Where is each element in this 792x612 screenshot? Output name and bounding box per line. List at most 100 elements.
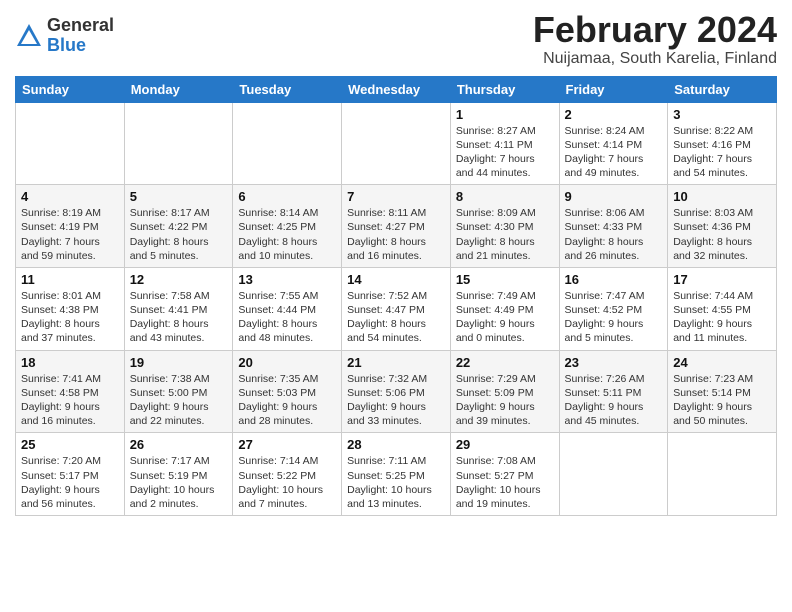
day-number: 3 <box>673 107 771 122</box>
logo-blue: Blue <box>47 36 114 56</box>
title-area: February 2024 Nuijamaa, South Karelia, F… <box>533 10 777 68</box>
calendar-cell: 26Sunrise: 7:17 AM Sunset: 5:19 PM Dayli… <box>124 433 233 516</box>
day-number: 5 <box>130 189 228 204</box>
calendar-cell <box>124 102 233 185</box>
calendar-subtitle: Nuijamaa, South Karelia, Finland <box>533 50 777 68</box>
calendar-cell: 10 Sunrise: 8:03 AM Sunset: 4:36 PM Dayli… <box>668 185 777 268</box>
calendar-cell: 3Sunrise: 8:22 AM Sunset: 4:16 PM Daylig… <box>668 102 777 185</box>
day-detail: Sunrise: 7:11 AM Sunset: 5:25 PM Dayligh… <box>347 454 445 511</box>
calendar-cell: 6 Sunrise: 8:14 AM Sunset: 4:25 PM Daylig… <box>233 185 342 268</box>
logo-text: General Blue <box>47 16 114 56</box>
calendar-cell <box>233 102 342 185</box>
calendar-cell: 24Sunrise: 7:23 AM Sunset: 5:14 PM Dayli… <box>668 350 777 433</box>
calendar-cell: 16 Sunrise: 7:47 AM Sunset: 4:52 PM Dayli… <box>559 267 668 350</box>
day-number: 16 <box>565 272 663 287</box>
calendar-cell: 21 Sunrise: 7:32 AM Sunset: 5:06 PM Dayli… <box>342 350 451 433</box>
day-number: 13 <box>238 272 336 287</box>
calendar-cell: 15 Sunrise: 7:49 AM Sunset: 4:49 PM Dayli… <box>450 267 559 350</box>
day-detail: Sunrise: 8:01 AM Sunset: 4:38 PM Dayligh… <box>21 289 119 346</box>
day-number: 29 <box>456 437 554 452</box>
day-detail: Sunrise: 7:49 AM Sunset: 4:49 PM Dayligh… <box>456 289 554 346</box>
day-number: 18 <box>21 355 119 370</box>
day-number: 21 <box>347 355 445 370</box>
calendar-header: SundayMondayTuesdayWednesdayThursdayFrid… <box>16 76 777 102</box>
col-header-sunday: Sunday <box>16 76 125 102</box>
day-detail: Sunrise: 7:58 AM Sunset: 4:41 PM Dayligh… <box>130 289 228 346</box>
calendar-table: SundayMondayTuesdayWednesdayThursdayFrid… <box>15 76 777 516</box>
day-detail: Sunrise: 8:27 AM Sunset: 4:11 PM Dayligh… <box>456 124 554 181</box>
day-detail: Sunrise: 7:08 AM Sunset: 5:27 PM Dayligh… <box>456 454 554 511</box>
calendar-cell: 23 Sunrise: 7:26 AM Sunset: 5:11 PM Dayli… <box>559 350 668 433</box>
day-number: 9 <box>565 189 663 204</box>
day-detail: Sunrise: 7:55 AM Sunset: 4:44 PM Dayligh… <box>238 289 336 346</box>
calendar-cell: 14 Sunrise: 7:52 AM Sunset: 4:47 PM Dayli… <box>342 267 451 350</box>
day-number: 12 <box>130 272 228 287</box>
day-number: 2 <box>565 107 663 122</box>
day-number: 28 <box>347 437 445 452</box>
day-number: 23 <box>565 355 663 370</box>
day-detail: Sunrise: 7:20 AM Sunset: 5:17 PM Dayligh… <box>21 454 119 511</box>
day-number: 15 <box>456 272 554 287</box>
col-header-friday: Friday <box>559 76 668 102</box>
day-number: 26 <box>130 437 228 452</box>
calendar-cell: 4 Sunrise: 8:19 AM Sunset: 4:19 PM Daylig… <box>16 185 125 268</box>
day-number: 4 <box>21 189 119 204</box>
col-header-saturday: Saturday <box>668 76 777 102</box>
logo-general: General <box>47 16 114 36</box>
calendar-cell: 25Sunrise: 7:20 AM Sunset: 5:17 PM Dayli… <box>16 433 125 516</box>
day-number: 6 <box>238 189 336 204</box>
day-detail: Sunrise: 7:14 AM Sunset: 5:22 PM Dayligh… <box>238 454 336 511</box>
day-detail: Sunrise: 8:14 AM Sunset: 4:25 PM Dayligh… <box>238 206 336 263</box>
calendar-cell: 2 Sunrise: 8:24 AM Sunset: 4:14 PM Daylig… <box>559 102 668 185</box>
day-number: 7 <box>347 189 445 204</box>
day-number: 14 <box>347 272 445 287</box>
day-detail: Sunrise: 7:52 AM Sunset: 4:47 PM Dayligh… <box>347 289 445 346</box>
header: General Blue February 2024 Nuijamaa, Sou… <box>15 10 777 68</box>
calendar-cell <box>559 433 668 516</box>
week-row-2: 4 Sunrise: 8:19 AM Sunset: 4:19 PM Daylig… <box>16 185 777 268</box>
day-number: 11 <box>21 272 119 287</box>
calendar-cell: 8 Sunrise: 8:09 AM Sunset: 4:30 PM Daylig… <box>450 185 559 268</box>
day-detail: Sunrise: 7:23 AM Sunset: 5:14 PM Dayligh… <box>673 372 771 429</box>
calendar-cell: 29 Sunrise: 7:08 AM Sunset: 5:27 PM Dayli… <box>450 433 559 516</box>
col-header-tuesday: Tuesday <box>233 76 342 102</box>
calendar-title: February 2024 <box>533 10 777 50</box>
day-detail: Sunrise: 7:32 AM Sunset: 5:06 PM Dayligh… <box>347 372 445 429</box>
day-number: 20 <box>238 355 336 370</box>
calendar-cell: 18 Sunrise: 7:41 AM Sunset: 4:58 PM Dayli… <box>16 350 125 433</box>
col-header-thursday: Thursday <box>450 76 559 102</box>
day-detail: Sunrise: 8:17 AM Sunset: 4:22 PM Dayligh… <box>130 206 228 263</box>
day-detail: Sunrise: 7:44 AM Sunset: 4:55 PM Dayligh… <box>673 289 771 346</box>
day-number: 1 <box>456 107 554 122</box>
day-detail: Sunrise: 7:47 AM Sunset: 4:52 PM Dayligh… <box>565 289 663 346</box>
day-number: 19 <box>130 355 228 370</box>
calendar-cell: 27 Sunrise: 7:14 AM Sunset: 5:22 PM Dayli… <box>233 433 342 516</box>
day-detail: Sunrise: 8:19 AM Sunset: 4:19 PM Dayligh… <box>21 206 119 263</box>
day-number: 10 <box>673 189 771 204</box>
day-detail: Sunrise: 7:41 AM Sunset: 4:58 PM Dayligh… <box>21 372 119 429</box>
day-number: 27 <box>238 437 336 452</box>
day-detail: Sunrise: 8:09 AM Sunset: 4:30 PM Dayligh… <box>456 206 554 263</box>
calendar-cell <box>16 102 125 185</box>
day-detail: Sunrise: 7:29 AM Sunset: 5:09 PM Dayligh… <box>456 372 554 429</box>
day-detail: Sunrise: 8:11 AM Sunset: 4:27 PM Dayligh… <box>347 206 445 263</box>
calendar-cell: 28 Sunrise: 7:11 AM Sunset: 5:25 PM Dayli… <box>342 433 451 516</box>
day-detail: Sunrise: 8:24 AM Sunset: 4:14 PM Dayligh… <box>565 124 663 181</box>
day-number: 22 <box>456 355 554 370</box>
calendar-cell: 11 Sunrise: 8:01 AM Sunset: 4:38 PM Dayli… <box>16 267 125 350</box>
calendar-cell: 1 Sunrise: 8:27 AM Sunset: 4:11 PM Daylig… <box>450 102 559 185</box>
day-detail: Sunrise: 7:38 AM Sunset: 5:00 PM Dayligh… <box>130 372 228 429</box>
header-row: SundayMondayTuesdayWednesdayThursdayFrid… <box>16 76 777 102</box>
day-number: 8 <box>456 189 554 204</box>
day-number: 17 <box>673 272 771 287</box>
calendar-cell: 5 Sunrise: 8:17 AM Sunset: 4:22 PM Daylig… <box>124 185 233 268</box>
week-row-4: 18 Sunrise: 7:41 AM Sunset: 4:58 PM Dayli… <box>16 350 777 433</box>
calendar-cell: 7 Sunrise: 8:11 AM Sunset: 4:27 PM Daylig… <box>342 185 451 268</box>
week-row-5: 25Sunrise: 7:20 AM Sunset: 5:17 PM Dayli… <box>16 433 777 516</box>
calendar-cell: 9Sunrise: 8:06 AM Sunset: 4:33 PM Daylig… <box>559 185 668 268</box>
calendar-cell <box>342 102 451 185</box>
logo: General Blue <box>15 16 114 56</box>
day-detail: Sunrise: 8:03 AM Sunset: 4:36 PM Dayligh… <box>673 206 771 263</box>
week-row-1: 1 Sunrise: 8:27 AM Sunset: 4:11 PM Daylig… <box>16 102 777 185</box>
day-detail: Sunrise: 7:26 AM Sunset: 5:11 PM Dayligh… <box>565 372 663 429</box>
